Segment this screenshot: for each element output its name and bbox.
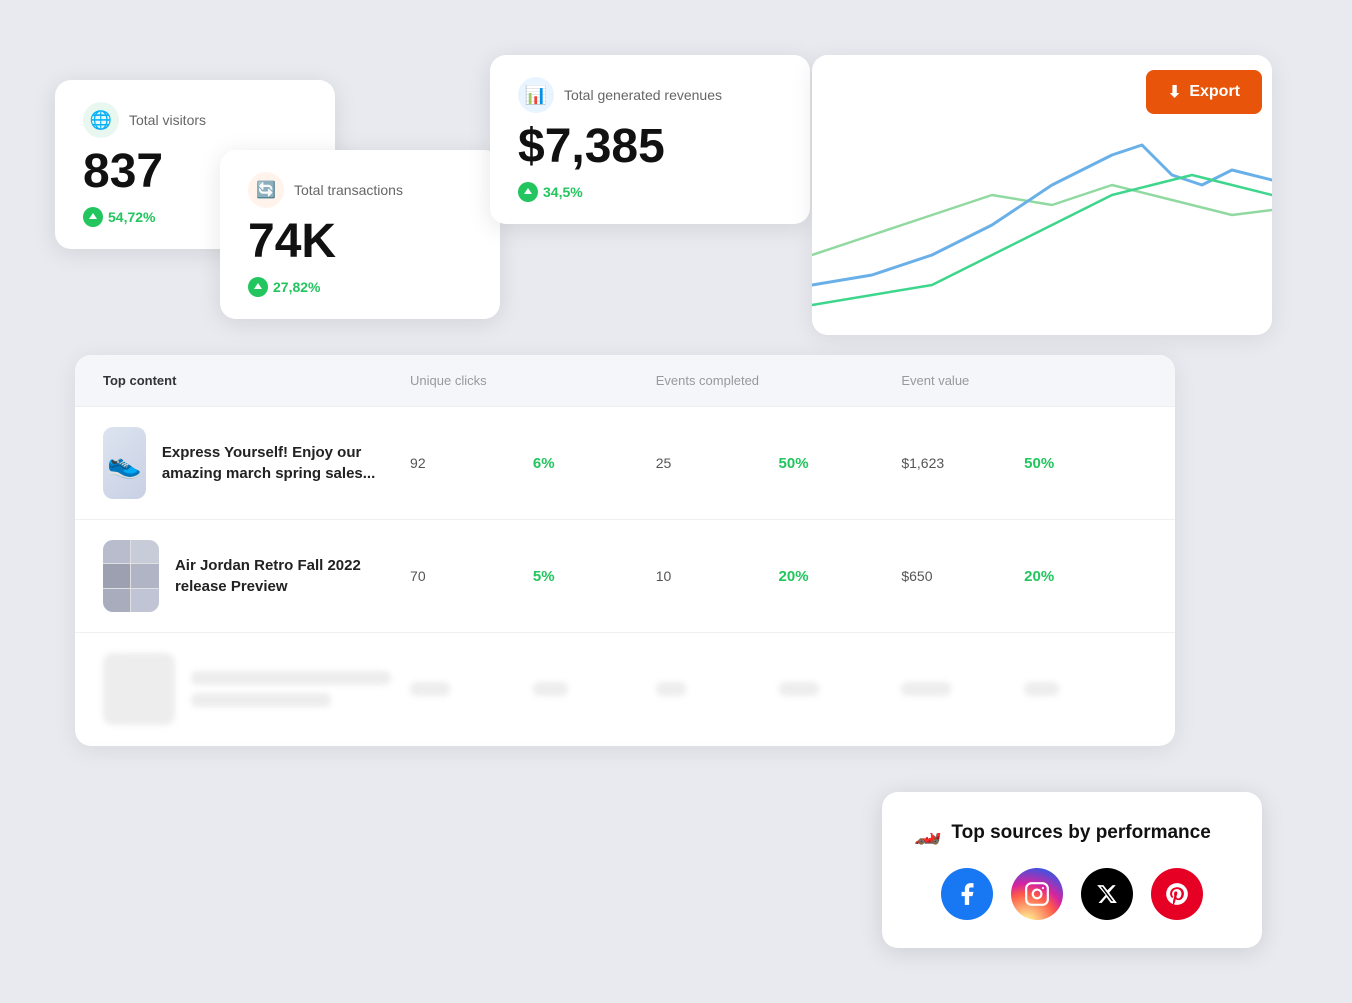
row1-ctr1: 6% (533, 455, 656, 472)
row1-clicks: 92 (410, 455, 533, 471)
top-sources-card: 🏎️ Top sources by performance (882, 792, 1262, 948)
content-cell-1: 👟 Express Yourself! Enjoy our amazing ma… (103, 427, 410, 499)
row1-value: $1,623 (901, 455, 1024, 471)
export-button[interactable]: ⬇ Export (1146, 70, 1262, 114)
transactions-value: 74K (248, 216, 472, 269)
row1-events: 25 (656, 455, 779, 471)
content-title-1: Express Yourself! Enjoy our amazing marc… (162, 442, 410, 484)
row2-clicks: 70 (410, 568, 533, 584)
pinterest-icon[interactable] (1151, 868, 1203, 920)
revenue-change: 34,5% (518, 182, 782, 202)
row2-ctr1: 5% (533, 568, 656, 585)
instagram-icon[interactable] (1011, 868, 1063, 920)
row2-ctr3: 20% (1024, 568, 1147, 585)
col-event-value: Event value (901, 373, 1024, 388)
revenue-value: $7,385 (518, 121, 782, 174)
table-row: Air Jordan Retro Fall 2022 release Previ… (75, 520, 1175, 633)
content-cell-2: Air Jordan Retro Fall 2022 release Previ… (103, 540, 410, 612)
x-icon[interactable] (1081, 868, 1133, 920)
transactions-card: 🔄 Total transactions 74K 27,82% (220, 150, 500, 319)
visitors-title: Total visitors (129, 112, 206, 128)
sources-header: 🏎️ Top sources by performance (914, 820, 1230, 846)
speedometer-icon: 🏎️ (914, 820, 941, 846)
social-icons-list (914, 868, 1230, 920)
transactions-title: Total transactions (294, 182, 403, 198)
table-row: 👟 Express Yourself! Enjoy our amazing ma… (75, 407, 1175, 520)
revenue-title: Total generated revenues (564, 87, 722, 103)
content-title-2: Air Jordan Retro Fall 2022 release Previ… (175, 555, 410, 597)
revenue-icon: 📊 (518, 77, 554, 113)
col-events-completed: Events completed (656, 373, 779, 388)
sources-title: Top sources by performance (951, 822, 1210, 844)
facebook-icon[interactable] (941, 868, 993, 920)
col-unique-clicks: Unique clicks (410, 373, 533, 388)
download-icon: ⬇ (1168, 82, 1181, 102)
col-content: Top content (103, 373, 410, 388)
row2-value: $650 (901, 568, 1024, 584)
table-header: Top content Unique clicks Events complet… (75, 355, 1175, 407)
row2-events: 10 (656, 568, 779, 584)
transactions-change-badge (248, 277, 268, 297)
table-row-placeholder (75, 633, 1175, 746)
content-thumb-1: 👟 (103, 427, 146, 499)
col-header-empty3 (1024, 373, 1147, 388)
row1-ctr2: 50% (779, 455, 902, 472)
col-header-empty1 (533, 373, 656, 388)
transactions-change: 27,82% (248, 277, 472, 297)
visitors-icon: 🌐 (83, 102, 119, 138)
revenue-card: 📊 Total generated revenues $7,385 34,5% (490, 55, 810, 224)
row2-ctr2: 20% (779, 568, 902, 585)
export-label: Export (1189, 83, 1240, 101)
top-content-table: Top content Unique clicks Events complet… (75, 355, 1175, 746)
visitors-change-badge (83, 207, 103, 227)
col-header-empty2 (779, 373, 902, 388)
row1-ctr3: 50% (1024, 455, 1147, 472)
transactions-icon: 🔄 (248, 172, 284, 208)
content-thumb-2 (103, 540, 159, 612)
revenue-change-badge (518, 182, 538, 202)
